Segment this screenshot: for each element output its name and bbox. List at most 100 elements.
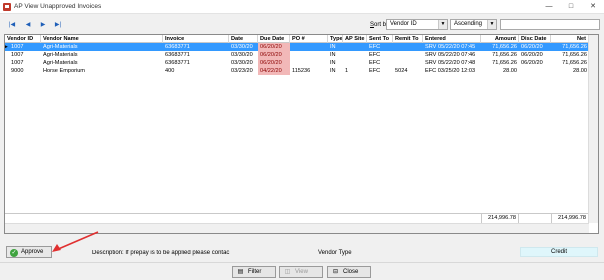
view-icon: ◫ xyxy=(284,269,291,275)
cell-ap-site xyxy=(343,43,367,51)
column-header[interactable]: PO # xyxy=(290,35,328,43)
cell-invoice: 63683771 xyxy=(165,60,190,66)
column-header[interactable]: Vendor Name xyxy=(41,35,163,43)
total-amount: 214,996.78 xyxy=(481,214,519,223)
cell-vendor-id: 1007 xyxy=(11,44,24,50)
cell-sent-to: EFC xyxy=(369,44,381,50)
cell-remit-to xyxy=(393,43,423,51)
total-net: 214,996.78 xyxy=(551,214,589,223)
cell-remit-to: 5024 xyxy=(395,68,408,74)
first-record-icon[interactable]: |◀ xyxy=(6,20,18,30)
cell-due-date: 04/22/20 xyxy=(258,67,290,75)
cell-invoice: 400 xyxy=(165,68,175,74)
cell-disc-date: 06/20/20 xyxy=(521,44,543,50)
cell-ap-site xyxy=(343,59,367,67)
footer-toolbar: ▤ Filter ◫ View ⊟ Close xyxy=(0,262,604,280)
close-door-icon: ⊟ xyxy=(332,269,339,275)
cell-type: IN xyxy=(330,68,336,74)
vertical-scrollbar[interactable] xyxy=(588,35,598,223)
cell-invoice: 63683771 xyxy=(165,44,190,50)
next-record-icon[interactable]: ▶ xyxy=(37,20,49,30)
cell-invoice: 63683771 xyxy=(165,52,190,58)
filter-button[interactable]: ▤ Filter xyxy=(232,266,276,278)
column-header[interactable]: Type xyxy=(328,35,343,43)
last-record-icon[interactable]: ▶| xyxy=(52,20,64,30)
column-header[interactable]: Sent To xyxy=(367,35,393,43)
cell-vendor-id: 1007 xyxy=(11,60,24,66)
cell-po xyxy=(290,59,328,67)
table-row[interactable]: 9000 Horse Emporium 400 03/23/20 04/22/2… xyxy=(5,67,589,75)
cell-type: IN xyxy=(330,52,336,58)
cell-net: 28.00 xyxy=(573,68,587,74)
cell-entered: SRV 05/22/20 07:46 xyxy=(425,52,476,58)
cell-vendor-name: Horse Emporium xyxy=(43,68,85,74)
cell-due-date: 06/20/20 xyxy=(258,59,290,67)
sort-field-select[interactable]: Vendor ID ▼ xyxy=(386,19,448,30)
cell-sent-to: EFC xyxy=(369,52,381,58)
title-bar: AP View Unapproved Invoices — □ ✕ xyxy=(0,0,604,14)
cell-net: 71,656.26 xyxy=(562,52,587,58)
maximize-button[interactable]: □ xyxy=(560,0,582,13)
cell-amount: 28.00 xyxy=(503,68,517,74)
vendor-type-label: Vendor Type xyxy=(318,250,352,256)
column-header[interactable]: Due Date xyxy=(258,35,290,43)
cell-vendor-id: 1007 xyxy=(11,52,24,58)
cell-disc-date xyxy=(519,67,551,75)
cell-amount: 71,656.26 xyxy=(492,60,517,66)
cell-date: 03/30/20 xyxy=(231,60,253,66)
search-input[interactable] xyxy=(500,19,600,30)
credit-field: Credit xyxy=(520,247,598,257)
close-button[interactable]: ⊟ Close xyxy=(327,266,371,278)
cell-amount: 71,656.26 xyxy=(492,52,517,58)
column-header[interactable]: Date xyxy=(229,35,258,43)
navigation-bar: |◀ ◀ ▶ ▶| Sort by Vendor ID ▼ Ascending … xyxy=(0,16,604,34)
cell-net: 71,656.26 xyxy=(562,44,587,50)
cell-date: 03/23/20 xyxy=(231,68,253,74)
cell-due-date: 06/20/20 xyxy=(258,43,290,51)
cell-disc-date: 06/20/20 xyxy=(521,52,543,58)
description-text: Description: If prepay is to be applied … xyxy=(92,250,230,256)
table-row[interactable]: ▶ 1007 Agri-Materials 63683771 03/30/20 … xyxy=(5,43,589,51)
cell-vendor-name: Agri-Materials xyxy=(43,44,78,50)
window-title: AP View Unapproved Invoices xyxy=(14,3,102,10)
cell-po xyxy=(290,43,328,51)
cell-remit-to xyxy=(393,51,423,59)
invoice-grid: Vendor ID Vendor Name Invoice Date Due D… xyxy=(4,34,599,234)
sort-order-select[interactable]: Ascending ▼ xyxy=(450,19,497,30)
app-icon xyxy=(3,3,11,11)
column-header[interactable]: AP Site xyxy=(343,35,367,43)
cell-po xyxy=(290,51,328,59)
column-header[interactable]: Net xyxy=(551,35,589,43)
table-row[interactable]: 1007 Agri-Materials 63683771 03/30/20 06… xyxy=(5,51,589,59)
cell-remit-to xyxy=(393,59,423,67)
cell-entered: EFC 03/25/20 12:03 xyxy=(425,68,476,74)
cell-sent-to: EFC xyxy=(369,68,381,74)
column-header[interactable]: Entered xyxy=(423,35,481,43)
chevron-down-icon: ▼ xyxy=(438,20,447,29)
column-header[interactable]: Disc Date xyxy=(519,35,551,43)
view-button[interactable]: ◫ View xyxy=(279,266,323,278)
cell-po: 115236 xyxy=(292,68,311,74)
close-window-button[interactable]: ✕ xyxy=(582,0,604,13)
column-header[interactable]: Invoice xyxy=(163,35,229,43)
column-header[interactable]: Vendor ID xyxy=(5,35,41,43)
annotation-arrow-icon xyxy=(52,231,99,252)
column-header[interactable]: Amount xyxy=(481,35,519,43)
cell-type: IN xyxy=(330,60,336,66)
cell-sent-to: EFC xyxy=(369,60,381,66)
grid-header: Vendor ID Vendor Name Invoice Date Due D… xyxy=(5,35,589,43)
checkmark-icon: ✓ xyxy=(10,248,18,257)
column-header[interactable]: Remit To xyxy=(393,35,423,43)
cell-vendor-name: Agri-Materials xyxy=(43,60,78,66)
cell-ap-site: 1 xyxy=(345,68,349,74)
cell-due-date: 06/20/20 xyxy=(258,51,290,59)
approve-button[interactable]: ✓ Approve xyxy=(6,246,52,258)
minimize-button[interactable]: — xyxy=(538,0,560,13)
cell-entered: SRV 05/22/20 07:45 xyxy=(425,44,476,50)
cell-vendor-name: Agri-Materials xyxy=(43,52,78,58)
prev-record-icon[interactable]: ◀ xyxy=(22,20,34,30)
cell-amount: 71,656.26 xyxy=(492,44,517,50)
table-row[interactable]: 1007 Agri-Materials 63683771 03/30/20 06… xyxy=(5,59,589,67)
filter-icon: ▤ xyxy=(237,269,244,275)
cell-date: 03/30/20 xyxy=(231,52,253,58)
